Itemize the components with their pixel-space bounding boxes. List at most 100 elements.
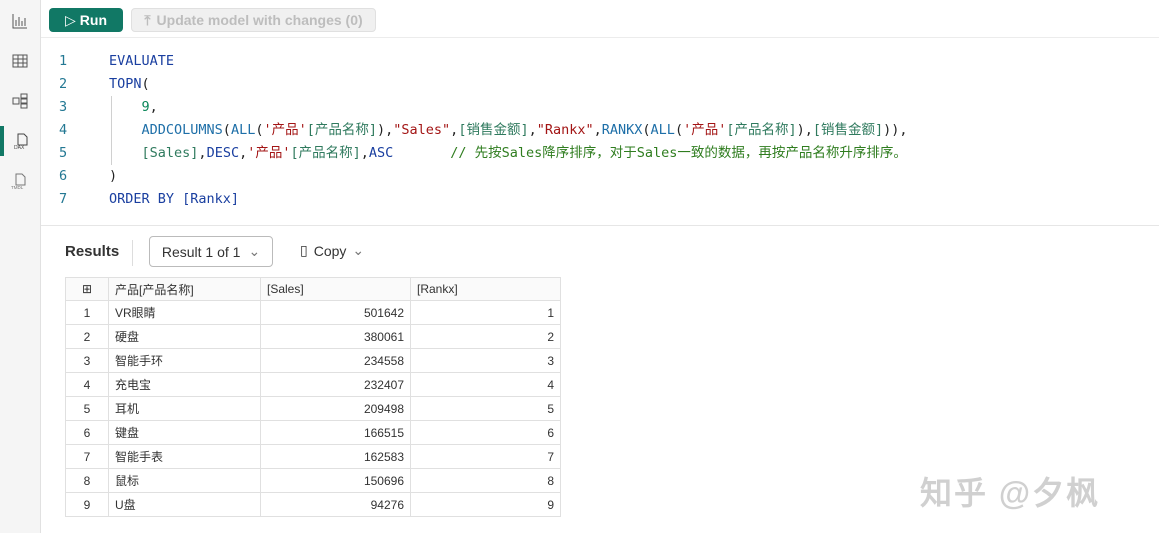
- code-token: [Sales]: [141, 145, 199, 161]
- code-token: (: [642, 122, 651, 138]
- code-token: ,: [149, 99, 158, 115]
- code-token: ,: [899, 122, 908, 138]
- code-token: (: [674, 122, 684, 138]
- sales-cell[interactable]: 94276: [260, 492, 411, 517]
- tmdl-file-icon: TMDL: [11, 173, 26, 190]
- code-token: [产品名称]: [306, 122, 377, 138]
- code-line[interactable]: 1 EVALUATE: [41, 50, 1159, 73]
- rank-cell[interactable]: 1: [410, 300, 561, 325]
- code-token: [Rankx]: [182, 191, 240, 207]
- product-name-cell[interactable]: 智能手环: [108, 348, 261, 373]
- sales-cell[interactable]: 209498: [260, 396, 411, 421]
- code-token: ALL: [230, 122, 256, 138]
- code-token: ,: [360, 145, 369, 161]
- code-text: ): [109, 165, 117, 188]
- tmdl-view-button[interactable]: TMDL: [0, 166, 40, 196]
- code-line[interactable]: 2 TOPN(: [41, 73, 1159, 96]
- product-name-cell[interactable]: 耳机: [108, 396, 261, 421]
- product-name-cell[interactable]: U盘: [108, 492, 261, 517]
- row-index[interactable]: 7: [65, 444, 109, 469]
- update-label: Update model with changes (0): [156, 12, 363, 28]
- table-row: 9 U盘 94276 9: [65, 492, 561, 517]
- code-token: (: [222, 122, 231, 138]
- results-heading: Results: [65, 243, 120, 260]
- code-line[interactable]: 6): [41, 165, 1159, 188]
- code-line[interactable]: 7 ORDER BY [Rankx]: [41, 188, 1159, 211]
- table-icon: [12, 54, 28, 68]
- code-text: 9,: [109, 96, 158, 119]
- code-text: EVALUATE: [109, 50, 174, 73]
- report-view-button[interactable]: [0, 6, 40, 36]
- model-view-button[interactable]: [0, 86, 40, 116]
- code-line[interactable]: 3 9,: [41, 96, 1159, 119]
- sales-cell[interactable]: 234558: [260, 348, 411, 373]
- code-token: TOPN: [109, 76, 142, 92]
- code-line[interactable]: 4 ADDCOLUMNS(ALL('产品'[产品名称]),"Sales",[销售…: [41, 119, 1159, 142]
- product-name-cell[interactable]: VR眼睛: [108, 300, 261, 325]
- column-header[interactable]: [Sales]: [260, 277, 411, 301]
- column-header[interactable]: 产品[产品名称]: [108, 277, 261, 301]
- row-index[interactable]: 4: [65, 372, 109, 397]
- result-selector-dropdown[interactable]: Result 1 of 1 ⌄: [149, 236, 273, 267]
- table-grid-icon[interactable]: ⊞: [65, 277, 109, 301]
- table-row: 8 鼠标 150696 8: [65, 468, 561, 493]
- product-name-cell[interactable]: 硬盘: [108, 324, 261, 349]
- line-number: 6: [59, 168, 68, 184]
- code-token: EVALUATE: [109, 53, 175, 69]
- svg-text:TMDL: TMDL: [11, 185, 24, 190]
- row-index[interactable]: 5: [65, 396, 109, 421]
- row-index[interactable]: 6: [65, 420, 109, 445]
- code-token: 9: [141, 99, 150, 115]
- results-table: ⊞ 产品[产品名称] [Sales] [Rankx] 1 VR眼睛 501642 1 2…: [65, 277, 561, 517]
- toolbar: ▷ Run ⤒ Update model with changes (0): [41, 0, 1159, 38]
- sales-cell[interactable]: 232407: [260, 372, 411, 397]
- product-name-cell[interactable]: 智能手表: [108, 444, 261, 469]
- product-name-cell[interactable]: 充电宝: [108, 372, 261, 397]
- sales-cell[interactable]: 166515: [260, 420, 411, 445]
- code-text: [Sales],DESC,'产品'[产品名称],ASC // 先按Sales降序…: [109, 142, 907, 165]
- separator: [132, 240, 133, 266]
- run-button[interactable]: ▷ Run: [49, 8, 123, 32]
- line-number: 2: [59, 76, 68, 92]
- rank-cell[interactable]: 5: [410, 396, 561, 421]
- copy-button[interactable]: ▯ Copy ⌄: [300, 242, 364, 259]
- code-line[interactable]: 5 [Sales],DESC,'产品'[产品名称],ASC // 先按Sales…: [41, 142, 1159, 165]
- model-icon: [12, 93, 28, 109]
- result-selector-value: Result 1 of 1: [161, 243, 241, 260]
- table-row: 1 VR眼睛 501642 1: [65, 300, 561, 325]
- dax-editor[interactable]: 1 EVALUATE 2 TOPN (3 9, 4 ADDCOLUMNS(ALL('产品'…: [41, 50, 1159, 211]
- rank-cell[interactable]: 3: [410, 348, 561, 373]
- dax-query-view-button[interactable]: DAX: [0, 126, 40, 156]
- sales-cell[interactable]: 380061: [260, 324, 411, 349]
- product-name-cell[interactable]: 键盘: [108, 420, 261, 445]
- rank-cell[interactable]: 6: [410, 420, 561, 445]
- column-header[interactable]: [Rankx]: [410, 277, 561, 301]
- rank-cell[interactable]: 9: [410, 492, 561, 517]
- table-view-button[interactable]: [0, 46, 40, 76]
- rank-cell[interactable]: 4: [410, 372, 561, 397]
- code-token: DESC: [206, 145, 240, 161]
- code-token: )): [883, 122, 900, 138]
- table-row: 5 耳机 209498 5: [65, 396, 561, 421]
- code-token: ,: [528, 122, 537, 138]
- sales-cell[interactable]: 162583: [260, 444, 411, 469]
- rank-cell[interactable]: 7: [410, 444, 561, 469]
- sales-cell[interactable]: 150696: [260, 468, 411, 493]
- row-index[interactable]: 1: [65, 300, 109, 325]
- sales-cell[interactable]: 501642: [260, 300, 411, 325]
- code-token: ,: [593, 122, 602, 138]
- code-token: // 先按Sales降序排序，对于Sales一致的数据，再按产品名称升序排序。: [450, 145, 907, 161]
- row-index[interactable]: 8: [65, 468, 109, 493]
- watermark: 知乎 @夕枫: [920, 475, 1101, 511]
- row-index[interactable]: 3: [65, 348, 109, 373]
- row-index[interactable]: 2: [65, 324, 109, 349]
- rank-cell[interactable]: 8: [410, 468, 561, 493]
- chevron-down-icon: ⌄: [352, 242, 365, 258]
- update-model-button[interactable]: ⤒ Update model with changes (0): [131, 8, 376, 32]
- rank-cell[interactable]: 2: [410, 324, 561, 349]
- divider: [41, 225, 1159, 226]
- row-index[interactable]: 9: [65, 492, 109, 517]
- product-name-cell[interactable]: 鼠标: [108, 468, 261, 493]
